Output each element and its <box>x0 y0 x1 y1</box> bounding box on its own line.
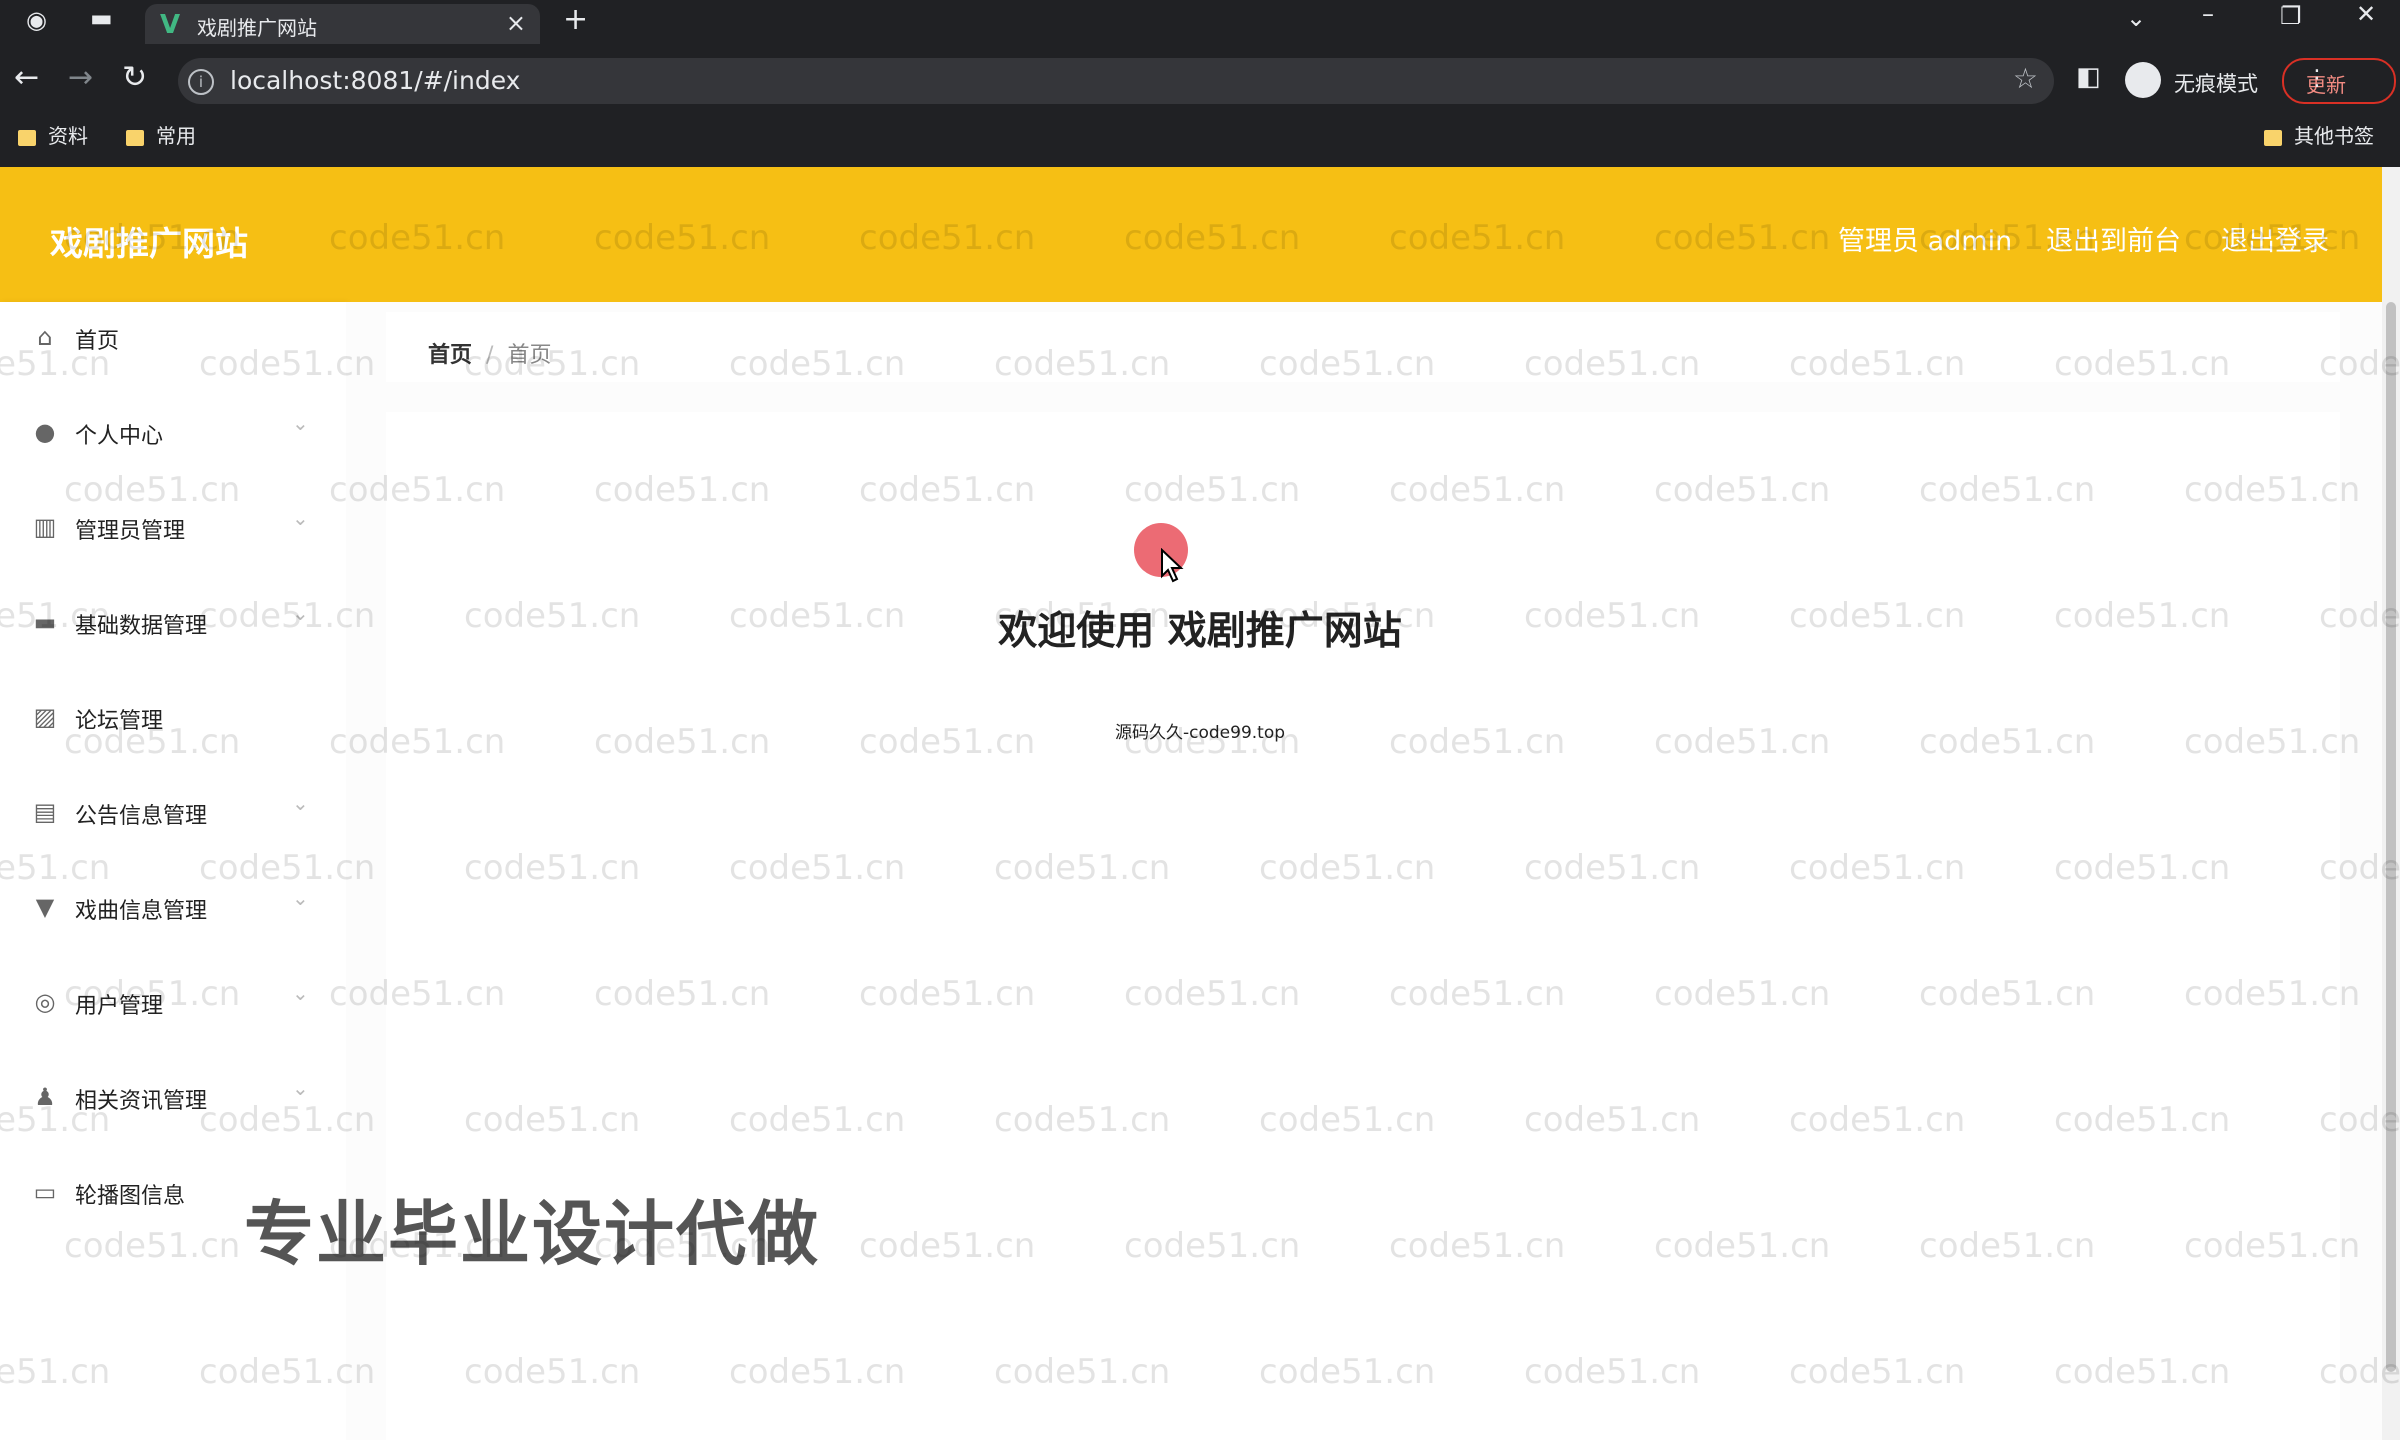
home-icon: ⌂ <box>37 323 53 351</box>
chevron-down-icon: ⌄ <box>292 791 309 815</box>
sidebar-item-users[interactable]: ◎ 用户管理 ⌄ <box>0 967 346 1037</box>
bookmark-folder[interactable]: 常用 <box>126 120 196 149</box>
folder-icon <box>126 129 144 146</box>
restore-button[interactable]: ❐ <box>2280 2 2302 30</box>
source-note: 源码久久-code99.top <box>1115 723 1286 743</box>
sidebar-item-label: 首页 <box>75 329 120 354</box>
overlay-caption: 专业毕业设计代做 <box>244 1193 820 1275</box>
compass-icon: ◎ <box>34 988 56 1016</box>
close-window-button[interactable]: ✕ <box>2356 0 2376 28</box>
chevron-down-icon: ⌄ <box>292 981 309 1005</box>
browser-menu-icon[interactable]: ◉ <box>26 6 47 34</box>
scrollbar-thumb[interactable] <box>2386 302 2396 1372</box>
other-bookmarks[interactable]: 其他书签 <box>2264 120 2374 149</box>
site-title: 戏剧推广网站 <box>50 224 248 263</box>
browser-chrome: ◉ ▬ V 戏剧推广网站 × + ⌄ – ❐ ✕ ← → ↻ i localho… <box>0 0 2400 167</box>
folder-icon <box>18 129 36 146</box>
forward-icon[interactable]: → <box>68 60 93 95</box>
chevron-down-icon: ⌄ <box>292 1076 309 1100</box>
incognito-icon[interactable] <box>2125 62 2161 98</box>
minimize-button[interactable]: – <box>2202 0 2214 28</box>
folder-icon <box>2264 129 2282 146</box>
sidebar-item-label: 相关资讯管理 <box>75 1089 208 1114</box>
window-icon[interactable]: ▬ <box>90 4 113 32</box>
breadcrumb-separator: / <box>486 343 494 368</box>
sidebar-item-label: 戏曲信息管理 <box>75 899 208 924</box>
welcome-title: 欢迎使用 戏剧推广网站 <box>998 609 1402 654</box>
breadcrumb-home[interactable]: 首页 <box>428 343 472 368</box>
vue-icon: V <box>160 10 181 40</box>
sidebar-item-admin[interactable]: ▥ 管理员管理 ⌄ <box>0 492 346 562</box>
sidebar-item-label: 公告信息管理 <box>75 804 208 829</box>
chevron-down-icon: ⌄ <box>292 506 309 530</box>
sidebar-item-opera[interactable]: ▼ 戏曲信息管理 ⌄ <box>0 872 346 942</box>
more-icon[interactable]: ⋮ <box>2306 66 2380 91</box>
bookmarks-bar: 资料 常用 其他书签 <box>0 120 2400 156</box>
sidebar-item-home[interactable]: ⌂ 首页 <box>0 302 346 372</box>
back-icon[interactable]: ← <box>14 60 39 95</box>
new-tab-button[interactable]: + <box>563 2 588 37</box>
tab-title: 戏剧推广网站 <box>197 16 317 40</box>
logout-link[interactable]: 退出登录 <box>2221 219 2329 258</box>
update-button[interactable]: 更新 ⋮ <box>2282 58 2396 104</box>
reload-icon[interactable]: ↻ <box>122 60 147 95</box>
address-bar[interactable]: i localhost:8081/#/index ☆ <box>178 58 2054 104</box>
info-icon[interactable]: i <box>188 69 214 95</box>
incognito-label: 无痕模式 <box>2174 72 2258 96</box>
person-icon: ♟ <box>34 1083 56 1111</box>
bookmark-folder[interactable]: 资料 <box>18 120 88 149</box>
breadcrumb-current: 首页 <box>507 343 552 368</box>
clipboard-icon: ▤ <box>33 798 57 826</box>
current-user: 管理员 admin <box>1838 226 2013 257</box>
tab-active[interactable]: V 戏剧推广网站 × <box>145 4 540 44</box>
breadcrumb-card <box>386 312 2340 382</box>
scrollbar[interactable] <box>2382 167 2400 1440</box>
breadcrumb: 首页 / 首页 <box>428 337 551 369</box>
bookmark-star-icon[interactable]: ☆ <box>2013 62 2038 95</box>
chevron-down-icon: ⌄ <box>292 411 309 435</box>
sidebar-item-label: 管理员管理 <box>75 519 186 544</box>
sidebar-item-profile[interactable]: ● 个人中心 ⌄ <box>0 397 346 467</box>
tab-close-icon[interactable]: × <box>506 9 526 37</box>
printer-icon: ▭ <box>33 1178 57 1206</box>
sidebar-item-label: 个人中心 <box>75 424 164 449</box>
toolbar: ← → ↻ i localhost:8081/#/index ☆ ◧ 无痕模式 … <box>0 58 2400 104</box>
url-text[interactable]: localhost:8081/#/index <box>230 66 520 95</box>
tab-strip: ◉ ▬ V 戏剧推广网站 × + ⌄ – ❐ ✕ <box>0 0 2400 44</box>
sidebar-item-label: 用户管理 <box>75 994 164 1019</box>
sidebar-item-news[interactable]: ♟ 相关资讯管理 ⌄ <box>0 1062 346 1132</box>
bar-chart-icon: ▥ <box>33 513 57 541</box>
chevron-down-icon: ⌄ <box>292 886 309 910</box>
content-card <box>386 412 2340 1440</box>
user-icon: ● <box>34 418 56 446</box>
back-to-front-link[interactable]: 退出到前台 <box>2046 219 2181 258</box>
sidebar-item-label: 轮播图信息 <box>75 1184 186 1209</box>
tab-search-icon[interactable]: ⌄ <box>2126 4 2146 32</box>
side-panel-icon[interactable]: ◧ <box>2076 62 2101 92</box>
trophy-icon: ▼ <box>35 893 55 921</box>
image-icon: ▨ <box>33 703 57 731</box>
sidebar-item-label: 论坛管理 <box>75 709 164 734</box>
sidebar-item-notice[interactable]: ▤ 公告信息管理 ⌄ <box>0 777 346 847</box>
top-header: 戏剧推广网站 管理员 admin 退出到前台 退出登录 <box>0 167 2400 302</box>
mouse-cursor-icon <box>1161 548 1184 583</box>
sidebar-item-forum[interactable]: ▨ 论坛管理 <box>0 682 346 752</box>
